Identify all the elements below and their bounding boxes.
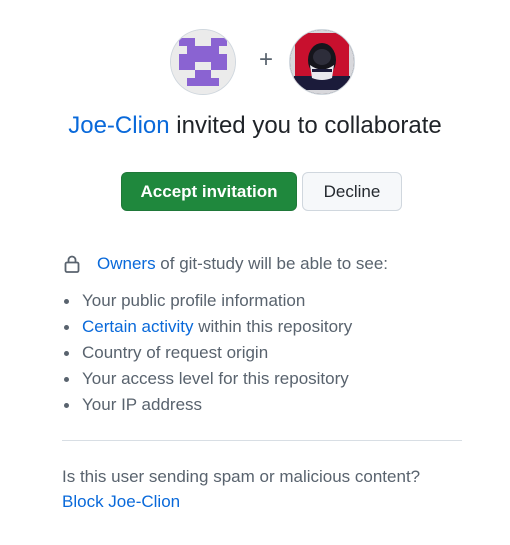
avatars-row: + [0, 30, 510, 94]
owners-link[interactable]: Owners [97, 254, 156, 273]
list-item: Certain activity within this repository [62, 314, 352, 340]
user-avatar-image [290, 30, 354, 94]
spam-question: Is this user sending spam or malicious c… [62, 467, 421, 486]
inviter-avatar[interactable] [171, 30, 235, 94]
list-item: Your access level for this repository [62, 366, 352, 392]
privacy-notice: Owners of git-study will be able to see: [62, 252, 462, 276]
list-item: Your public profile information [62, 288, 352, 314]
divider [62, 440, 462, 441]
list-item-text: within this repository [193, 317, 353, 336]
list-item-text: Your access level for this repository [82, 369, 349, 388]
identicon-image [171, 30, 235, 94]
headline-text: invited you to collaborate [169, 112, 442, 139]
user-avatar [290, 30, 354, 94]
privacy-notice-text: of git-study will be able to see: [155, 254, 389, 273]
inviter-link[interactable]: Joe-Clion [68, 112, 169, 139]
decline-button[interactable]: Decline [302, 172, 402, 211]
list-item-text: Your public profile information [82, 291, 306, 310]
list-item-text: Country of request origin [82, 343, 269, 362]
visible-info-list: Your public profile information Certain … [62, 288, 352, 418]
plus-sign: + [258, 46, 273, 73]
lock-icon [64, 255, 80, 273]
accept-invitation-button[interactable]: Accept invitation [121, 172, 297, 211]
list-item: Your IP address [62, 392, 352, 418]
invitation-headline: Joe-Clion invited you to collaborate [0, 110, 510, 142]
block-user-link[interactable]: Block Joe-Clion [62, 490, 180, 514]
list-item: Country of request origin [62, 340, 352, 366]
certain-activity-link[interactable]: Certain activity [82, 317, 193, 336]
list-item-text: Your IP address [82, 395, 203, 414]
